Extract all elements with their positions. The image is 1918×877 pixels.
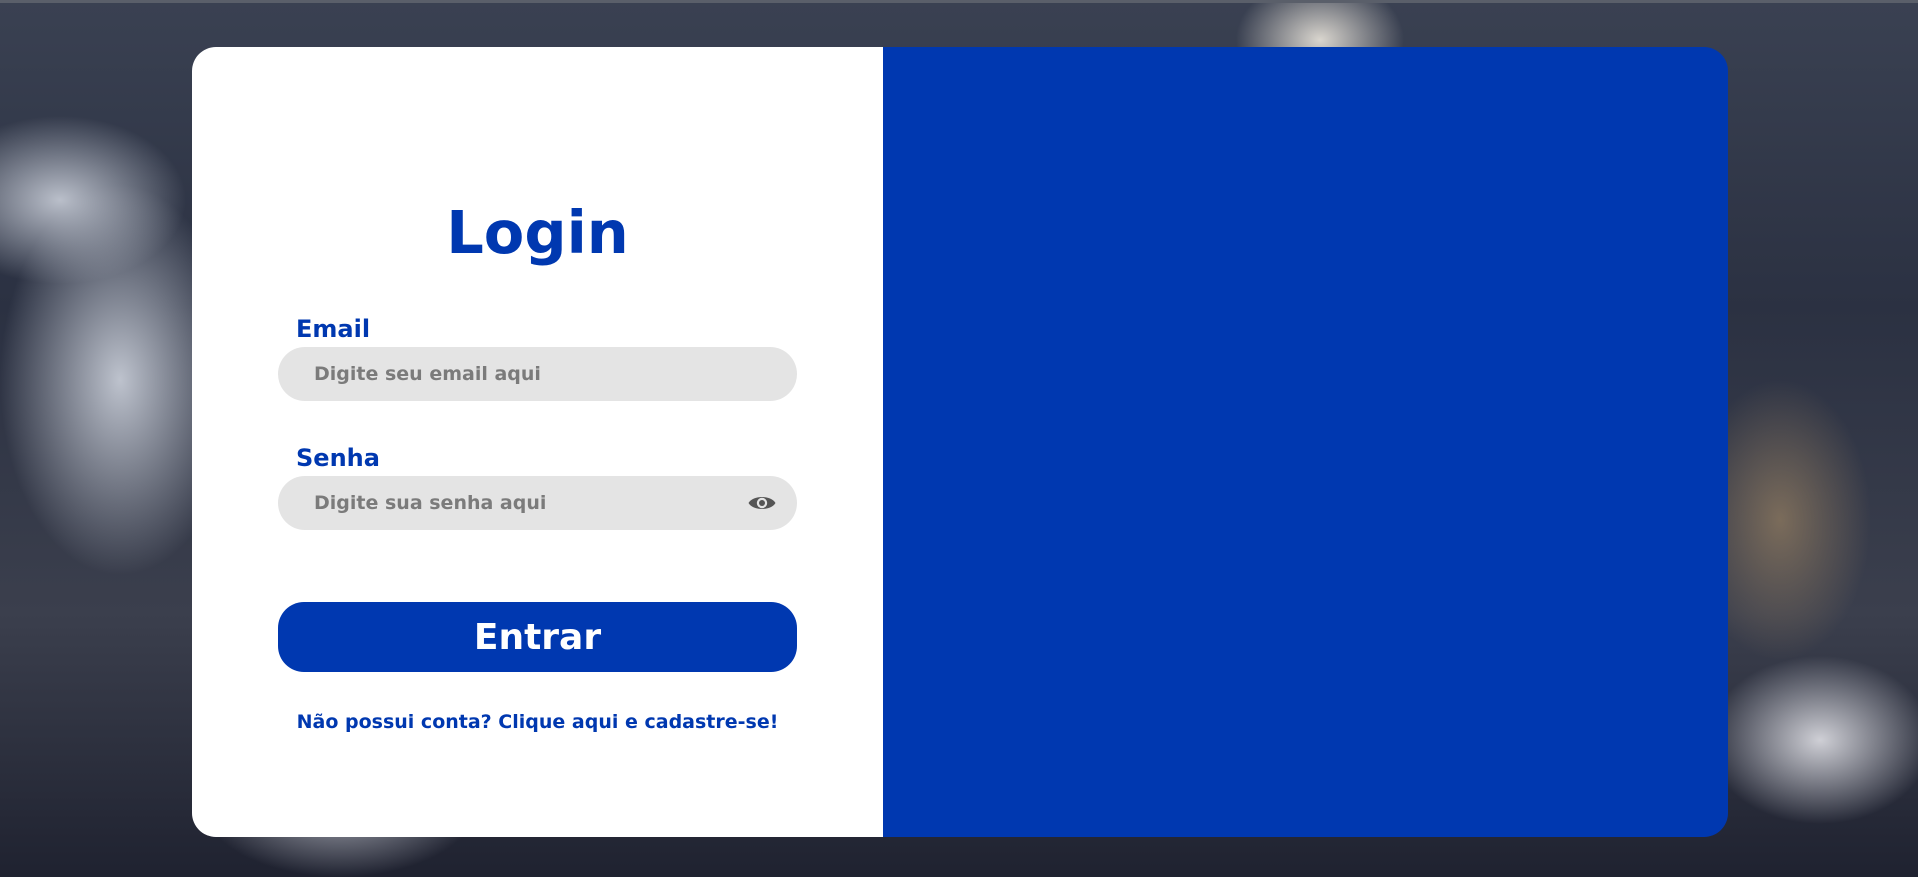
email-label: Email: [296, 315, 371, 343]
eye-icon-graphic: [748, 497, 776, 509]
password-input[interactable]: [278, 476, 797, 530]
top-border: [0, 0, 1918, 3]
login-form-panel: Login Email Senha Entrar Não possui cont…: [192, 47, 883, 837]
login-card: Login Email Senha Entrar Não possui cont…: [192, 47, 1728, 837]
email-field: [278, 347, 797, 401]
brand-panel: [883, 47, 1728, 837]
email-input[interactable]: [278, 347, 797, 401]
signup-link[interactable]: Não possui conta? Clique aqui e cadastre…: [192, 709, 883, 735]
password-field: [278, 476, 797, 530]
eye-icon[interactable]: [747, 491, 777, 515]
password-label: Senha: [296, 444, 380, 472]
login-button[interactable]: Entrar: [278, 602, 797, 672]
page-title: Login: [446, 198, 629, 267]
